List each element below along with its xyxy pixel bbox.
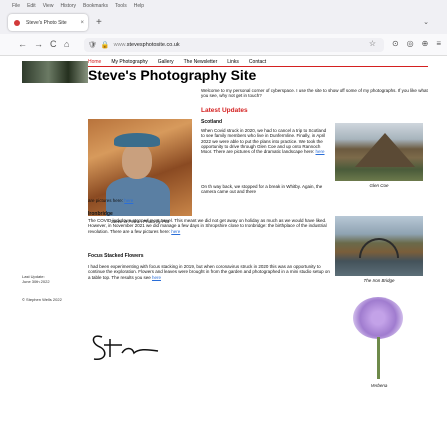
- nav-links[interactable]: Links: [227, 59, 239, 65]
- back-button[interactable]: ←: [18, 39, 27, 49]
- focus-stacked-heading: Focus Stacked Flowers: [88, 253, 144, 259]
- url-text[interactable]: www.stevesphotosite.co.uk: [114, 42, 180, 48]
- menu-view[interactable]: View: [43, 3, 54, 9]
- ironbridge-link[interactable]: here: [171, 229, 180, 234]
- glen-coe-photo: [335, 123, 423, 181]
- menu-file[interactable]: File: [12, 3, 20, 9]
- last-update-date: June 30th 2022: [22, 279, 50, 284]
- menu-bar: File Edit View History Bookmarks Tools H…: [0, 0, 447, 12]
- scotland-text: When Covid struck in 2020, we had to can…: [201, 128, 329, 154]
- last-update: Last Update: June 30th 2022: [22, 274, 50, 284]
- verbena-photo: [335, 291, 423, 381]
- page-title: Steve's Photography Site: [88, 67, 257, 83]
- web-page: Home My Photography Gallery The Newslett…: [8, 57, 438, 434]
- nav-newsletter[interactable]: The Newsletter: [184, 59, 218, 65]
- address-bar[interactable]: 🛡 🔒 www.stevesphotosite.co.uk ☆: [84, 38, 384, 52]
- glen-coe-caption: Glen Coe: [369, 183, 389, 188]
- navigation-bar: ← → C ⌂ 🛡 🔒 www.stevesphotosite.co.uk ☆ …: [0, 34, 447, 56]
- scotland-body: When Covid struck in 2020, we had to can…: [201, 128, 327, 155]
- forward-button[interactable]: →: [34, 39, 43, 49]
- nav-my-photography[interactable]: My Photography: [111, 59, 147, 65]
- menu-bookmarks[interactable]: Bookmarks: [83, 3, 108, 9]
- focus-body: I had been experimenting with focus stac…: [88, 264, 330, 280]
- menu-tools[interactable]: Tools: [115, 3, 127, 9]
- home-button[interactable]: ⌂: [64, 39, 69, 49]
- nav-contact[interactable]: Contact: [249, 59, 266, 65]
- nav-gallery[interactable]: Gallery: [158, 59, 174, 65]
- scotland-heading: Scotland: [201, 119, 223, 125]
- browser-window: File Edit View History Bookmarks Tools H…: [0, 0, 447, 434]
- whitby-text: On th way back, we stopped for a break i…: [201, 184, 323, 195]
- iron-bridge-photo: [335, 216, 423, 276]
- site-nav: Home My Photography Gallery The Newslett…: [88, 59, 276, 65]
- tab-title: Steve's Photo Site: [26, 19, 67, 26]
- close-tab-icon[interactable]: ×: [80, 20, 84, 26]
- verbena-caption: Verbena: [370, 383, 388, 388]
- copyright: © Stephen Wells 2022: [22, 297, 62, 302]
- ironbridge-heading: Ironbridge: [88, 211, 113, 217]
- bookmark-star-icon[interactable]: ☆: [369, 39, 376, 48]
- focus-link[interactable]: here: [152, 275, 161, 280]
- menu-edit[interactable]: Edit: [27, 3, 36, 9]
- menu-icon[interactable]: ≡: [436, 39, 441, 48]
- signature-image: [92, 335, 159, 360]
- menu-help[interactable]: Help: [134, 3, 144, 9]
- url-prefix: www.: [113, 42, 127, 48]
- header-banner-image: [22, 61, 88, 83]
- whitby-text-cont: are pictures here: here: [88, 198, 208, 203]
- iron-bridge-caption: The Iron Bridge: [363, 278, 395, 283]
- shield-icon[interactable]: 🛡: [88, 41, 97, 49]
- ironbridge-body: The COVID lockdown stopped most travel. …: [88, 218, 327, 234]
- focus-stacked-text: I had been experimenting with focus stac…: [88, 264, 330, 280]
- account-icon[interactable]: ◎: [407, 39, 414, 48]
- favicon-icon: [14, 19, 20, 26]
- lock-icon[interactable]: 🔒: [101, 41, 110, 49]
- intro-text: Welcome to my personal corner of cybersp…: [201, 88, 428, 99]
- url-domain: stevesphotosite.co.uk: [126, 42, 180, 48]
- whitby-link[interactable]: here: [124, 198, 133, 203]
- whitby-body: are pictures here:: [88, 198, 124, 203]
- latest-updates-heading: Latest Updates: [201, 107, 248, 114]
- toolbar-icons: ⊙ ◎ ⊕ ≡: [384, 39, 441, 48]
- nav-home[interactable]: Home: [88, 59, 101, 65]
- ironbridge-text: The COVID lockdown stopped most travel. …: [88, 218, 330, 234]
- menu-history[interactable]: History: [60, 3, 76, 9]
- new-tab-button[interactable]: +: [96, 17, 102, 28]
- browser-tab[interactable]: Steve's Photo Site ×: [8, 14, 88, 31]
- pocket-icon[interactable]: ⊙: [392, 39, 399, 48]
- extensions-icon[interactable]: ⊕: [422, 39, 429, 48]
- reload-button[interactable]: C: [50, 39, 57, 49]
- tab-strip: Steve's Photo Site × + ⌄: [0, 12, 447, 34]
- scotland-link[interactable]: here: [316, 149, 325, 154]
- list-tabs-icon[interactable]: ⌄: [423, 18, 429, 26]
